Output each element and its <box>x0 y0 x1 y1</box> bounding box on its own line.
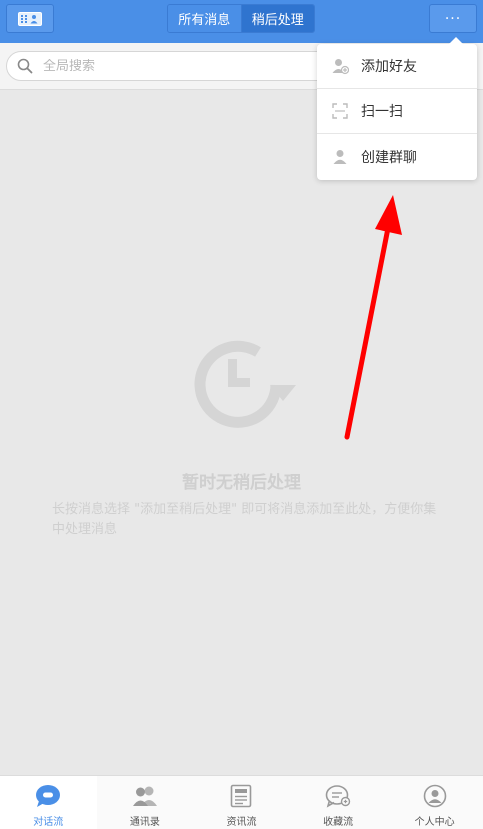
news-icon <box>231 784 252 808</box>
menu-item-label: 创建群聊 <box>361 149 417 166</box>
red-arrow-annotation <box>344 195 402 440</box>
profile-icon <box>423 784 446 808</box>
top-header: 所有消息 稍后处理 ··· <box>0 0 483 43</box>
tab-later[interactable]: 稍后处理 <box>241 5 314 32</box>
nav-item-favorites[interactable]: 收藏流 <box>290 776 387 829</box>
message-filter-tabs: 所有消息 稍后处理 <box>167 4 315 33</box>
contact-card-button[interactable] <box>6 4 54 33</box>
nav-label: 对话流 <box>33 817 64 828</box>
search-input[interactable] <box>43 58 323 74</box>
group-icon <box>333 149 347 164</box>
menu-item-scan[interactable]: 扫一扫 <box>317 89 477 134</box>
contacts-icon <box>132 786 157 806</box>
nav-label: 通讯录 <box>129 817 160 828</box>
nav-label: 资讯流 <box>226 817 257 828</box>
nav-label: 收藏流 <box>323 817 354 828</box>
nav-item-profile[interactable]: 个人中心 <box>386 776 483 829</box>
add-user-icon <box>332 59 349 75</box>
bottom-nav: 对话流 通讯录 资讯流 收藏流 个人中心 <box>0 775 483 829</box>
nav-item-conversations[interactable]: 对话流 <box>0 776 97 829</box>
scan-icon <box>332 103 348 119</box>
search-icon <box>17 58 33 74</box>
menu-item-add-friend[interactable]: 添加好友 <box>317 44 477 89</box>
menu-item-create-group[interactable]: 创建群聊 <box>317 134 477 179</box>
favorites-icon <box>325 785 351 808</box>
nav-item-contacts[interactable]: 通讯录 <box>97 776 194 829</box>
more-dropdown-menu: 添加好友 扫一扫 创建群聊 <box>317 37 477 180</box>
menu-item-label: 扫一扫 <box>361 104 403 120</box>
search-box[interactable] <box>6 51 346 81</box>
nav-item-news[interactable]: 资讯流 <box>193 776 290 829</box>
chat-icon <box>36 785 61 807</box>
tab-all-messages[interactable]: 所有消息 <box>168 5 242 32</box>
menu-item-label: 添加好友 <box>361 59 417 75</box>
clock-refresh-icon <box>194 340 296 428</box>
empty-state-description: 长按消息选择 "添加至稍后处理" 即可将消息添加至此处，方便你集中处理消息 <box>52 502 437 537</box>
empty-state-title: 暂时无稍后处理 <box>182 473 301 493</box>
contact-card-icon <box>18 11 42 26</box>
more-button[interactable]: ··· <box>429 4 477 33</box>
nav-label: 个人中心 <box>414 817 455 828</box>
